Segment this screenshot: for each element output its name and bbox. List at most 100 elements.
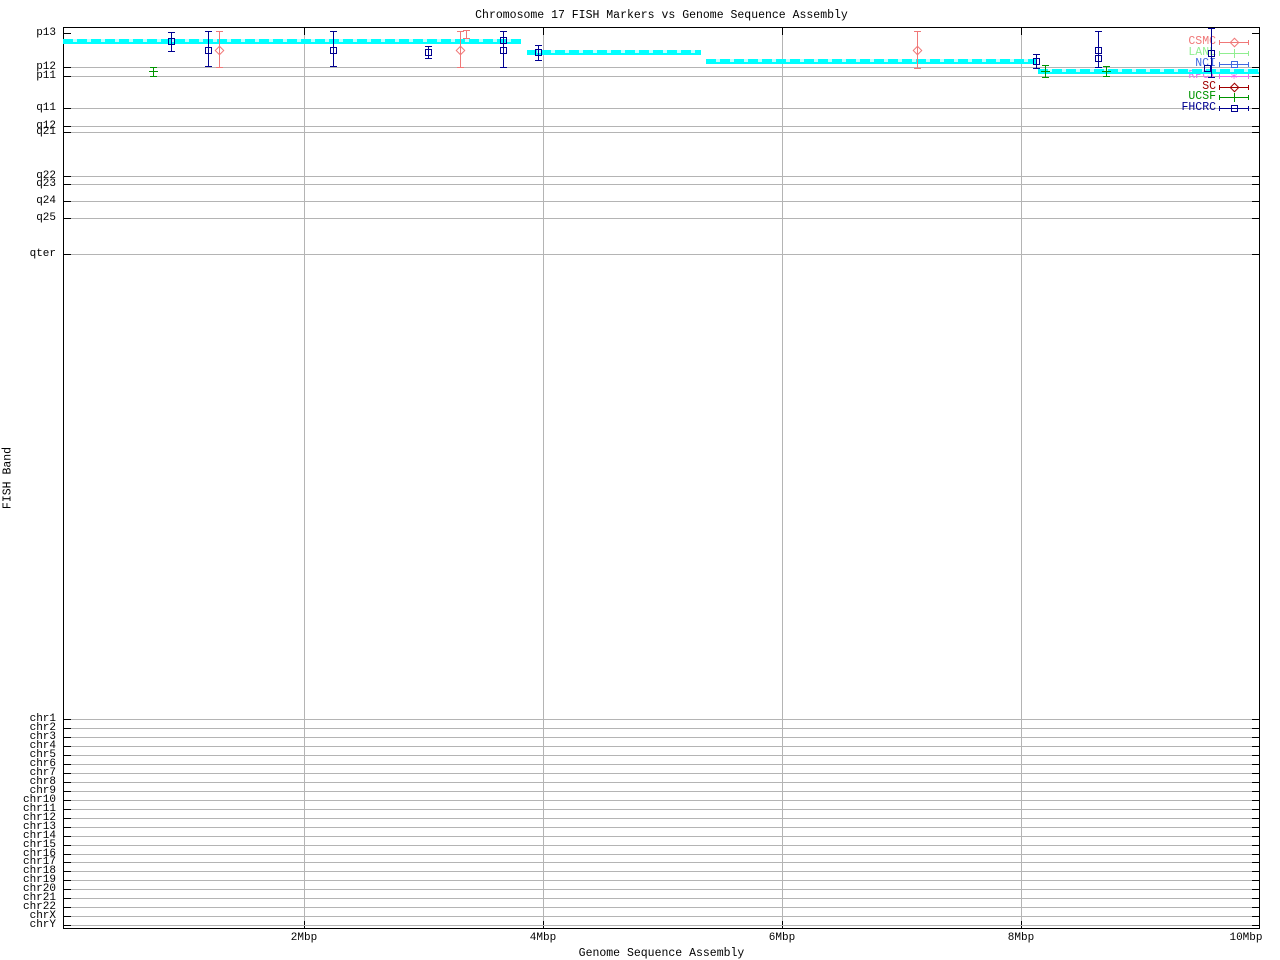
y-tick-mark-left: [64, 132, 71, 133]
fhcrc-point-square-marker: [1204, 65, 1211, 72]
y-tick-mark-right: [1252, 791, 1259, 792]
error-bar-cap: [1095, 31, 1102, 32]
legend-sample-cap: [1248, 106, 1249, 111]
plus-v: [1233, 49, 1235, 58]
h-gridline: [64, 818, 1259, 819]
y-tick-mark-left: [64, 755, 71, 756]
y-tick-mark-left: [64, 898, 71, 899]
v-gridline: [543, 28, 544, 928]
y-tick-mark-right: [1252, 67, 1259, 68]
error-bar-cap: [457, 31, 464, 32]
y-tick-mark-right: [1252, 764, 1259, 765]
plus-v: [153, 67, 154, 76]
legend-sample-cap: [1248, 85, 1249, 90]
x-tick-mark-top: [782, 28, 783, 35]
y-tick-mark-left: [64, 916, 71, 917]
fhcrc-point-square-marker: [425, 49, 432, 56]
legend-sample-cap: [1248, 62, 1249, 67]
y-tick-mark-left: [64, 218, 71, 219]
h-gridline: [64, 889, 1259, 890]
y-tick-label: q11: [36, 102, 56, 114]
y-tick-mark-left: [64, 782, 71, 783]
h-gridline: [64, 800, 1259, 801]
y-tick-mark-left: [64, 818, 71, 819]
y-tick-mark-left: [64, 108, 71, 109]
y-tick-mark-right: [1252, 827, 1259, 828]
y-tick-mark-right: [1252, 800, 1259, 801]
fhcrc-point-square-marker: [535, 49, 542, 56]
error-bar-cap: [205, 31, 212, 32]
y-tick-mark-left: [64, 728, 71, 729]
legend-sample-cap: [1219, 74, 1220, 79]
y-tick-mark-right: [1252, 898, 1259, 899]
x-tick-label: 10Mbp: [1229, 932, 1263, 944]
y-tick-mark-left: [64, 809, 71, 810]
legend-sample-cap: [1248, 40, 1249, 45]
h-gridline: [64, 746, 1259, 747]
y-tick-mark-right: [1252, 201, 1259, 202]
h-gridline: [64, 254, 1259, 255]
x-tick-label: 2Mbp: [290, 932, 318, 944]
y-tick-mark-right: [1252, 907, 1259, 908]
ucsf-point-plus-marker: [1041, 67, 1050, 76]
y-tick-mark-right: [1252, 773, 1259, 774]
error-bar-cap: [914, 68, 921, 69]
y-tick-mark-left: [64, 871, 71, 872]
fhcrc-point-square-marker: [168, 38, 175, 45]
h-gridline: [64, 126, 1259, 127]
y-tick-mark-right: [1252, 719, 1259, 720]
y-tick-mark-left: [64, 746, 71, 747]
h-gridline: [64, 854, 1259, 855]
chart-canvas: Chromosome 17 FISH Markers vs Genome Seq…: [0, 0, 1280, 960]
y-tick-mark-left: [64, 836, 71, 837]
y-tick-mark-left: [64, 925, 71, 926]
h-gridline: [64, 737, 1259, 738]
h-gridline: [64, 719, 1259, 720]
csmc-point-diamond-marker: [455, 45, 466, 56]
error-bar-cap: [168, 51, 175, 52]
plus-v: [1045, 67, 1046, 76]
y-tick-mark-left: [64, 889, 71, 890]
error-bar-cap: [205, 66, 212, 67]
y-tick-mark-right: [1252, 845, 1259, 846]
y-tick-mark-left: [64, 845, 71, 846]
error-bar-cap: [1033, 68, 1040, 69]
error-bar-cap: [1042, 77, 1049, 78]
legend-diamond-marker: [1229, 82, 1239, 93]
v-gridline: [1021, 28, 1022, 928]
fhcrc-point-square-marker: [500, 47, 507, 54]
y-tick-mark-right: [1252, 33, 1259, 34]
y-tick-mark-right: [1252, 916, 1259, 917]
y-tick-mark-right: [1252, 737, 1259, 738]
y-tick-label: p13: [36, 27, 56, 39]
fhcrc-point-square-marker: [1208, 50, 1215, 57]
x-tick-mark-top: [1021, 28, 1022, 35]
ucsf-point-plus-marker: [149, 67, 158, 76]
y-tick-mark-left: [64, 184, 71, 185]
fhcrc-point-square-marker: [330, 47, 337, 54]
y-tick-label: q24: [36, 195, 56, 207]
legend-diamond-marker: [1229, 37, 1239, 48]
y-tick-mark-right: [1252, 871, 1259, 872]
h-gridline: [64, 925, 1259, 926]
plus-v: [1233, 93, 1235, 102]
y-tick-mark-right: [1252, 746, 1259, 747]
error-bar-cap: [1042, 65, 1049, 66]
v-gridline: [304, 28, 305, 928]
x-tick-mark-top: [543, 28, 544, 35]
fish-band-segment: [527, 50, 701, 55]
error-bar-cap: [425, 46, 432, 47]
h-gridline: [64, 184, 1259, 185]
y-tick-label: q25: [36, 212, 56, 224]
h-gridline: [64, 836, 1259, 837]
legend-sample-cap: [1248, 74, 1249, 79]
y-tick-label: q23: [36, 178, 56, 190]
y-tick-mark-left: [64, 854, 71, 855]
fish-band-segment: [706, 59, 1036, 64]
h-gridline: [64, 916, 1259, 917]
x-tick-mark-top: [304, 28, 305, 35]
y-tick-mark-left: [64, 67, 71, 68]
y-tick-mark-right: [1252, 880, 1259, 881]
error-bar-cap: [914, 31, 921, 32]
y-tick-mark-left: [64, 737, 71, 738]
